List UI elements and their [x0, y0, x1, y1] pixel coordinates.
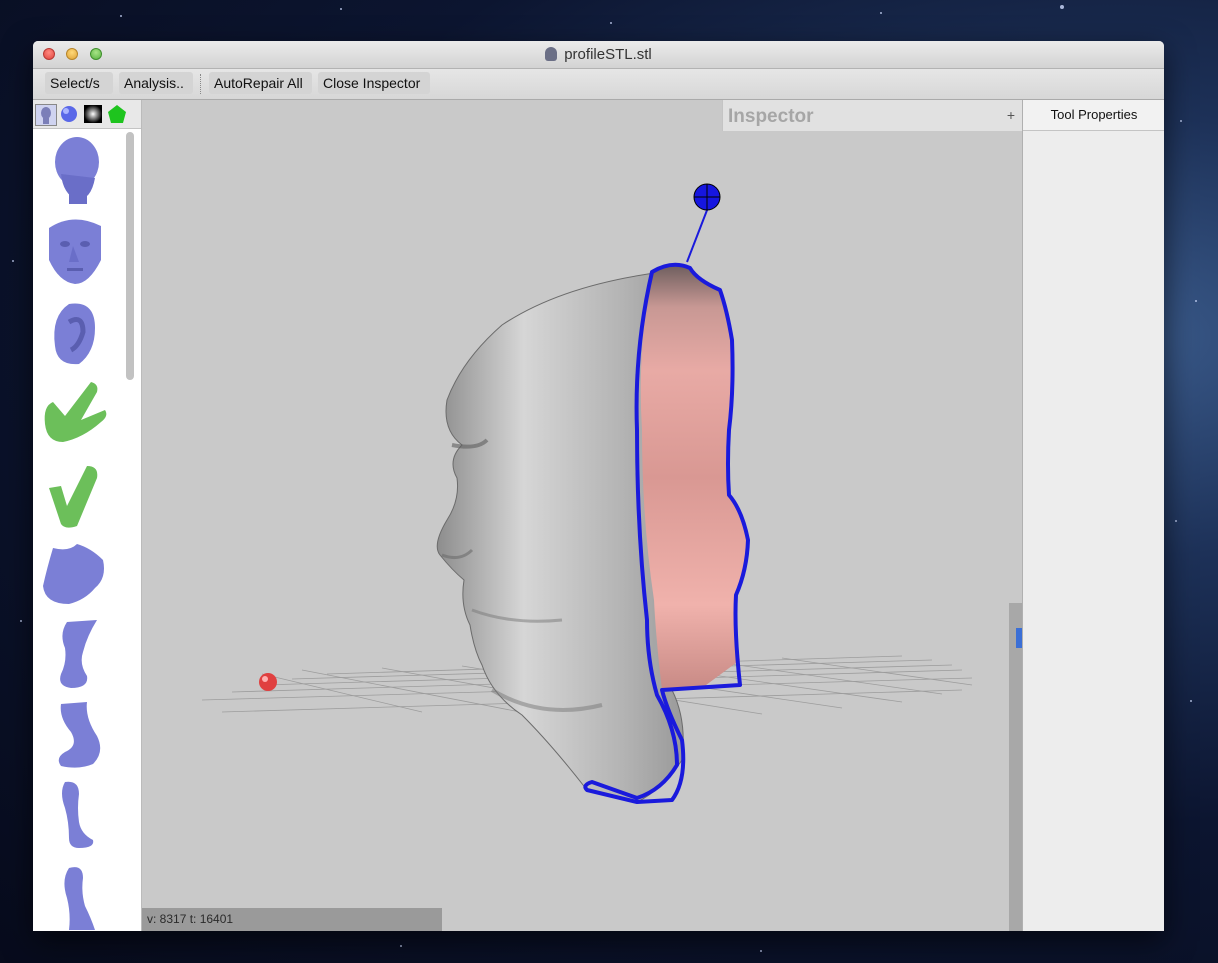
- analysis-button[interactable]: Analysis..: [119, 72, 193, 94]
- head-model-icon[interactable]: [35, 104, 57, 126]
- analysis-label: Analysis..: [124, 75, 184, 91]
- autorepair-all-button[interactable]: AutoRepair All: [209, 72, 312, 94]
- inspector-add-button[interactable]: +: [1007, 107, 1015, 123]
- toolbar: Select/s Analysis.. AutoRepair All Close…: [33, 69, 1164, 100]
- library-item-face[interactable]: [39, 214, 109, 286]
- gizmo-stem: [686, 204, 710, 263]
- close-inspector-button[interactable]: Close Inspector: [318, 72, 430, 94]
- library-item-leg-partial[interactable]: [39, 858, 109, 930]
- library-tabs: [33, 100, 141, 129]
- library-scrollbar[interactable]: [126, 132, 134, 380]
- library-item-head[interactable]: [39, 134, 109, 206]
- tool-properties-tab[interactable]: Tool Properties: [1023, 100, 1164, 131]
- pentagon-icon[interactable]: [107, 104, 127, 124]
- title-bar: profileSTL.stl: [33, 41, 1164, 69]
- viewport-scrollbar[interactable]: [1009, 603, 1022, 931]
- library-item-leg-bent[interactable]: [39, 698, 109, 770]
- status-bar: v: 8317 t: 16401: [142, 908, 442, 931]
- inspector-title: Inspector: [728, 106, 814, 127]
- library-item-leg-thin[interactable]: [39, 778, 109, 850]
- tool-properties-panel: Tool Properties: [1022, 100, 1164, 931]
- 3d-viewport[interactable]: Inspector + v: 8317 t: 16401: [142, 100, 1022, 931]
- scene-svg: [201, 183, 973, 804]
- rotation-gizmo-handle[interactable]: [693, 183, 721, 211]
- sphere-icon[interactable]: [59, 104, 79, 124]
- window-title: profileSTL.stl: [33, 46, 1164, 63]
- tool-properties-title: Tool Properties: [1050, 107, 1138, 122]
- autorepair-label: AutoRepair All: [214, 75, 303, 91]
- library-item-leg[interactable]: [39, 618, 109, 690]
- inspector-header: Inspector +: [722, 100, 1022, 131]
- gradient-icon[interactable]: [83, 104, 103, 124]
- library-item-hand-peace[interactable]: [39, 376, 109, 448]
- model-library-panel: [33, 100, 142, 931]
- library-item-hand-check[interactable]: [39, 458, 109, 530]
- vertex-triangle-count: v: 8317 t: 16401: [147, 912, 234, 926]
- app-window: profileSTL.stl Select/s Analysis.. AutoR…: [33, 41, 1164, 931]
- light-marker[interactable]: [259, 673, 277, 691]
- document-icon: [545, 47, 558, 61]
- toolbar-separator: [200, 74, 202, 94]
- library-item-ear[interactable]: [39, 296, 109, 368]
- window-title-text: profileSTL.stl: [564, 46, 652, 63]
- select-button[interactable]: Select/s: [45, 72, 113, 94]
- close-inspector-label: Close Inspector: [323, 75, 421, 91]
- select-label: Select/s: [50, 75, 100, 91]
- library-item-foot[interactable]: [39, 538, 109, 610]
